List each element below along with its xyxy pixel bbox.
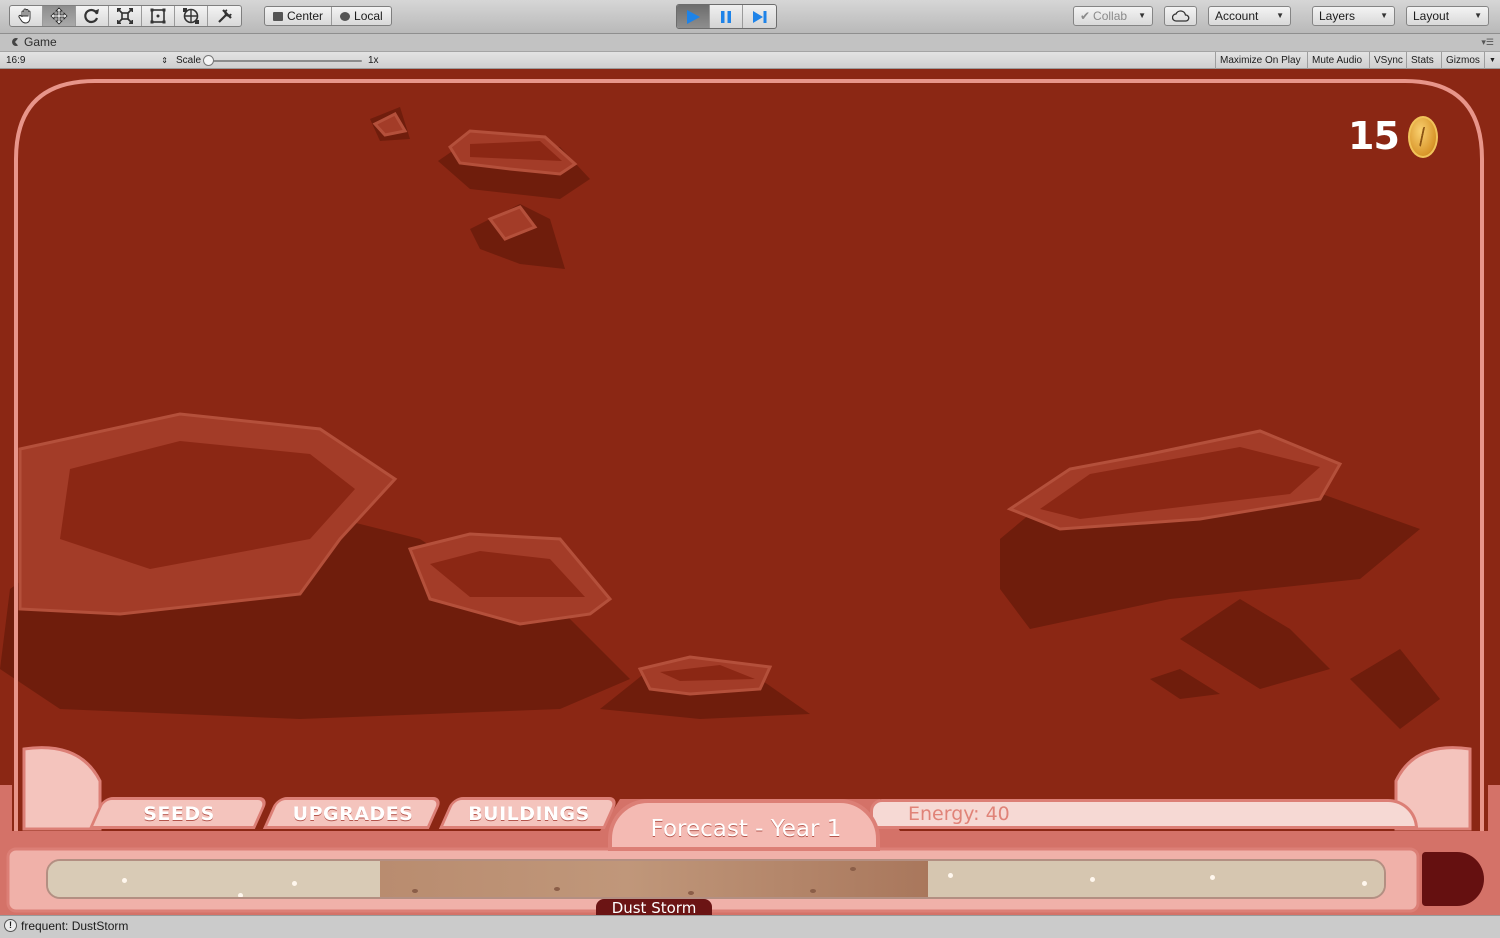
- aspect-ratio-dropdown[interactable]: 16:9 ⇕: [6, 54, 170, 68]
- rotate-tool-button[interactable]: [76, 6, 109, 26]
- timeline-pit: [688, 891, 694, 895]
- tab-upgrades-label: UPGRADES: [292, 803, 414, 825]
- toolbar: Center Local ✔ Collab ▼ Account ▼ Layers…: [0, 0, 1500, 34]
- stats-toggle[interactable]: Stats: [1406, 52, 1438, 69]
- scale-value: 1x: [368, 55, 379, 66]
- account-dropdown[interactable]: Account ▼: [1208, 6, 1291, 26]
- up-down-arrows-icon: ⇕: [161, 56, 168, 65]
- mute-audio-toggle[interactable]: Mute Audio: [1307, 52, 1366, 69]
- pause-button[interactable]: [710, 5, 743, 28]
- timeline-dot: [1362, 881, 1367, 886]
- collab-check-icon: ✔: [1080, 9, 1091, 23]
- timeline-dot: [122, 878, 127, 883]
- timeline-pit: [554, 887, 560, 891]
- tab-game[interactable]: Game: [10, 35, 57, 49]
- cloud-button[interactable]: [1164, 6, 1197, 26]
- scale-tool-button[interactable]: [109, 6, 142, 26]
- local-space-icon: [340, 11, 351, 21]
- chevron-down-icon: ▼: [1138, 11, 1146, 20]
- transform-tool-button[interactable]: [175, 6, 208, 26]
- play-button[interactable]: [677, 5, 710, 28]
- scale-slider-track[interactable]: [206, 60, 362, 62]
- timeline-segment-clear: [48, 861, 380, 897]
- game-tab-bar: Game ▾☰: [0, 34, 1500, 51]
- rotate-icon: [84, 8, 99, 24]
- pivot-space-label: Local: [354, 9, 383, 23]
- scale-icon: [117, 8, 133, 24]
- hand-tool-button[interactable]: [10, 6, 43, 26]
- custom-tool-button[interactable]: [208, 6, 241, 26]
- scale-slider-handle[interactable]: [203, 55, 214, 66]
- coin-count: 15: [1348, 114, 1400, 158]
- vsync-toggle[interactable]: VSync: [1369, 52, 1407, 69]
- timeline-segment-clear: [928, 861, 1384, 897]
- hand-icon: [18, 8, 31, 24]
- collab-label: Collab: [1093, 9, 1128, 23]
- layout-dropdown[interactable]: Layout ▼: [1406, 6, 1489, 26]
- playback-controls: [676, 4, 777, 29]
- transform-tools: [9, 5, 242, 27]
- game-tab-icon: [12, 38, 18, 46]
- step-button[interactable]: [743, 5, 776, 28]
- timeline-segment-dust-storm: [380, 861, 928, 897]
- custom-tool-icon: [217, 9, 232, 23]
- timeline-dot: [292, 881, 297, 886]
- status-bar: ! frequent: DustStorm: [0, 915, 1500, 938]
- game-view: 15 SEEDS UPGRADES BUILDINGS Energy: 40 F…: [0, 69, 1500, 915]
- mars-terrain-background: [0, 79, 1500, 915]
- layers-label: Layers: [1319, 9, 1356, 23]
- transform-icon: [183, 8, 199, 24]
- tab-menu-icon[interactable]: ▾☰: [1481, 37, 1494, 48]
- energy-readout: Energy: 40: [908, 803, 1010, 825]
- game-view-toolbar: 16:9 ⇕ Scale 1x Maximize On Play Mute Au…: [0, 51, 1500, 69]
- forecast-timeline: [46, 859, 1386, 899]
- rect-tool-button[interactable]: [142, 6, 175, 26]
- pivot-center-icon: [273, 11, 283, 21]
- chevron-down-icon: ▼: [1474, 11, 1482, 20]
- collab-dropdown[interactable]: ✔ Collab ▼: [1073, 6, 1153, 26]
- tab-game-label: Game: [24, 35, 57, 49]
- maximize-on-play-toggle[interactable]: Maximize On Play: [1215, 52, 1305, 69]
- console-message[interactable]: frequent: DustStorm: [21, 919, 128, 933]
- next-turn-button[interactable]: [1422, 852, 1484, 906]
- forecast-title: Forecast - Year 1: [650, 816, 842, 842]
- timeline-dot: [238, 893, 243, 897]
- cloud-icon: [1171, 10, 1189, 22]
- play-icon: [687, 9, 700, 24]
- timeline-pit: [412, 889, 418, 893]
- chevron-down-icon: ▼: [1276, 11, 1284, 20]
- aspect-ratio-label: 16:9: [6, 55, 26, 66]
- pause-icon: [721, 10, 731, 23]
- chevron-down-icon: ▼: [1380, 11, 1388, 20]
- layers-dropdown[interactable]: Layers ▼: [1312, 6, 1395, 26]
- layout-label: Layout: [1413, 9, 1450, 23]
- timeline-dot: [1210, 875, 1215, 880]
- timeline-dot: [948, 873, 953, 878]
- timeline-dot: [1090, 877, 1095, 882]
- timeline-pit: [810, 889, 816, 893]
- rect-transform-icon: [150, 8, 166, 24]
- pivot-space-button[interactable]: Local: [332, 7, 391, 25]
- tab-buildings-label: BUILDINGS: [468, 803, 590, 825]
- chevron-down-icon[interactable]: ▼: [1484, 52, 1500, 69]
- info-icon: !: [4, 919, 17, 932]
- account-label: Account: [1215, 9, 1259, 23]
- tab-seeds-label: SEEDS: [143, 803, 215, 825]
- move-icon: [50, 7, 68, 25]
- move-tool-button[interactable]: [43, 6, 76, 26]
- forecast-event-label: Dust Storm: [596, 899, 712, 915]
- pivot-mode-label: Center: [287, 9, 324, 23]
- pivot-controls: Center Local: [264, 6, 392, 26]
- pivot-mode-button[interactable]: Center: [265, 7, 333, 25]
- coin-icon: [1408, 116, 1438, 158]
- step-icon: [752, 10, 766, 23]
- timeline-pit: [850, 867, 856, 871]
- gizmos-dropdown[interactable]: Gizmos: [1441, 52, 1484, 69]
- scale-label: Scale: [176, 55, 202, 66]
